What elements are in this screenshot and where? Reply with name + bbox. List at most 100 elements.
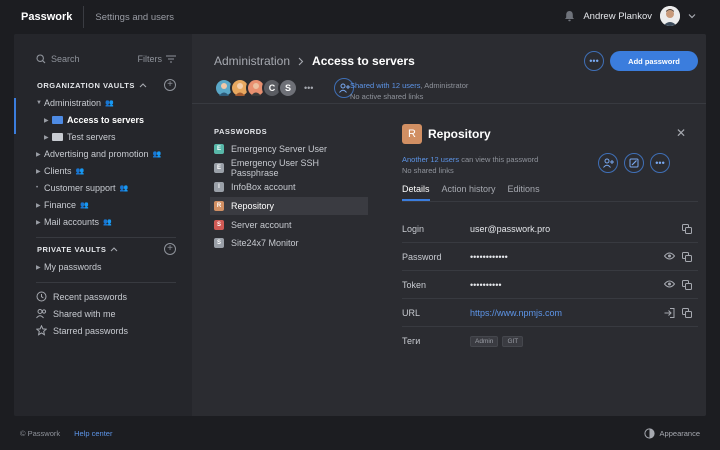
detail-letter-icon: R xyxy=(402,124,422,144)
tag-badge[interactable]: GIT xyxy=(502,335,524,347)
password-letter-icon: E xyxy=(214,144,224,154)
chevron-up-icon[interactable] xyxy=(110,247,118,252)
caret-right-icon[interactable]: ▶ xyxy=(36,168,44,175)
tab-details[interactable]: Details xyxy=(402,184,430,201)
filters-button[interactable]: Filters xyxy=(138,54,176,64)
caret-right-icon[interactable]: ▶ xyxy=(36,264,44,271)
appearance-toggle[interactable]: Appearance xyxy=(643,427,700,439)
caret-right-icon[interactable]: ▶ xyxy=(36,219,44,226)
vault-mail-accounts[interactable]: ▶ Mail accounts 👥 xyxy=(36,214,112,230)
detail-share-info: Another 12 users can view this password … xyxy=(402,154,538,176)
passwords-heading: PASSWORDS xyxy=(214,127,268,136)
password-row[interactable]: E Emergency User SSH Passphrase xyxy=(210,158,368,178)
tag-badge[interactable]: Admin xyxy=(470,335,499,347)
tab-editions[interactable]: Editions xyxy=(508,184,540,201)
detail-title: Repository xyxy=(428,127,491,141)
chevron-down-icon[interactable] xyxy=(688,13,696,19)
field-value[interactable]: •••••••••••• xyxy=(470,252,508,262)
password-row[interactable]: S Site24x7 Monitor xyxy=(210,234,368,252)
add-password-button[interactable]: Add password xyxy=(610,51,698,71)
folder-access-to-servers[interactable]: ▶ Access to servers xyxy=(44,112,144,128)
users-icon xyxy=(36,308,47,319)
open-link-icon[interactable] xyxy=(664,307,675,318)
vault-label: Customer support xyxy=(44,183,116,193)
starred-passwords-link[interactable]: Starred passwords xyxy=(36,325,128,336)
password-row[interactable]: E Emergency Server User xyxy=(210,140,368,158)
vault-finance[interactable]: ▶ Finance 👥 xyxy=(36,197,89,213)
breadcrumb: Administration Access to servers xyxy=(214,54,415,68)
more-users-icon[interactable]: ••• xyxy=(304,83,313,93)
caret-right-icon[interactable]: ▶ xyxy=(36,151,44,158)
close-icon[interactable]: ✕ xyxy=(676,126,686,140)
password-letter-icon: S xyxy=(214,238,224,248)
shared-users-avatars[interactable]: C S ••• xyxy=(214,78,313,98)
password-row-selected[interactable]: R Repository xyxy=(210,197,368,215)
share-users-link[interactable]: Another 12 users xyxy=(402,155,459,164)
bell-icon[interactable] xyxy=(564,10,575,22)
field-login: Login user@passwork.pro xyxy=(402,215,698,243)
help-center-link[interactable]: Help center xyxy=(74,429,112,438)
users-icon: 👥 xyxy=(103,219,112,226)
copy-icon[interactable] xyxy=(682,307,692,318)
vault-my-passwords[interactable]: ▶ My passwords xyxy=(36,259,102,275)
field-value[interactable]: •••••••••• xyxy=(470,280,502,290)
ellipsis-icon: ••• xyxy=(655,158,665,168)
copyright: © Passwork xyxy=(20,428,61,438)
app-logo[interactable]: Passwork xyxy=(21,11,72,23)
copy-icon[interactable] xyxy=(682,251,692,262)
password-name: InfoBox account xyxy=(231,182,296,192)
detail-tabs: Details Action history Editions xyxy=(402,184,540,201)
caret-right-icon[interactable]: ▶ xyxy=(36,202,44,209)
share-password-button[interactable] xyxy=(598,153,618,173)
detail-more-button[interactable]: ••• xyxy=(650,153,670,173)
user-menu[interactable]: Andrew Plankov xyxy=(564,6,696,26)
eye-icon[interactable] xyxy=(664,252,675,262)
password-letter-icon: I xyxy=(214,182,224,192)
user-avatar[interactable] xyxy=(660,6,680,26)
vault-clients[interactable]: ▶ Clients 👥 xyxy=(36,163,84,179)
private-vaults-header[interactable]: PRIVATE VAULTS xyxy=(37,245,118,254)
settings-link[interactable]: Settings and users xyxy=(95,12,174,23)
field-actions xyxy=(664,307,692,318)
copy-icon[interactable] xyxy=(682,223,692,234)
chevron-right-icon xyxy=(298,57,304,66)
tab-action-history[interactable]: Action history xyxy=(442,184,496,201)
password-letter-icon: E xyxy=(214,163,224,173)
eye-icon[interactable] xyxy=(664,280,675,290)
password-row[interactable]: I InfoBox account xyxy=(210,178,368,196)
add-vault-icon[interactable]: + xyxy=(164,79,176,91)
top-divider xyxy=(83,6,85,28)
shared-with-me-link[interactable]: Shared with me xyxy=(36,308,116,319)
folder-test-servers[interactable]: ▶ Test servers xyxy=(44,129,116,145)
users-icon: 👥 xyxy=(105,100,114,107)
add-private-vault-icon[interactable]: + xyxy=(164,243,176,255)
recent-passwords-link[interactable]: Recent passwords xyxy=(36,291,127,302)
vault-administration[interactable]: ▼ Administration 👥 xyxy=(36,95,114,111)
org-vaults-header[interactable]: ORGANIZATION VAULTS xyxy=(37,81,147,90)
search-input[interactable]: Search xyxy=(51,54,80,64)
user-name[interactable]: Andrew Plankov xyxy=(583,11,652,22)
chevron-up-icon[interactable] xyxy=(139,83,147,88)
sidebar-divider xyxy=(36,237,176,238)
caret-right-icon[interactable]: ▶ xyxy=(44,117,52,124)
copy-icon[interactable] xyxy=(682,279,692,290)
more-menu-button[interactable]: ••• xyxy=(584,51,604,71)
shared-users-link[interactable]: Shared with 12 users xyxy=(350,81,420,90)
field-actions xyxy=(664,251,692,262)
edit-password-button[interactable] xyxy=(624,153,644,173)
search-box[interactable]: Search Filters xyxy=(36,54,176,64)
caret-down-icon[interactable]: ▼ xyxy=(36,100,44,106)
folder-label: Access to servers xyxy=(67,115,145,125)
breadcrumb-parent[interactable]: Administration xyxy=(214,54,290,68)
field-value[interactable]: user@passwork.pro xyxy=(470,224,550,234)
password-row[interactable]: S Server account xyxy=(210,216,368,234)
bullet-icon: • xyxy=(36,185,39,191)
add-user-icon xyxy=(338,83,350,93)
vault-customer-support[interactable]: • Customer support 👥 xyxy=(36,180,128,196)
vault-advertising[interactable]: ▶ Advertising and promotion 👥 xyxy=(36,146,161,162)
url-link[interactable]: https://www.npmjs.com xyxy=(470,308,562,318)
password-name: Emergency Server User xyxy=(231,144,328,154)
active-indicator xyxy=(14,98,16,134)
caret-right-icon[interactable]: ▶ xyxy=(44,134,52,141)
vault-label: My passwords xyxy=(44,262,102,272)
